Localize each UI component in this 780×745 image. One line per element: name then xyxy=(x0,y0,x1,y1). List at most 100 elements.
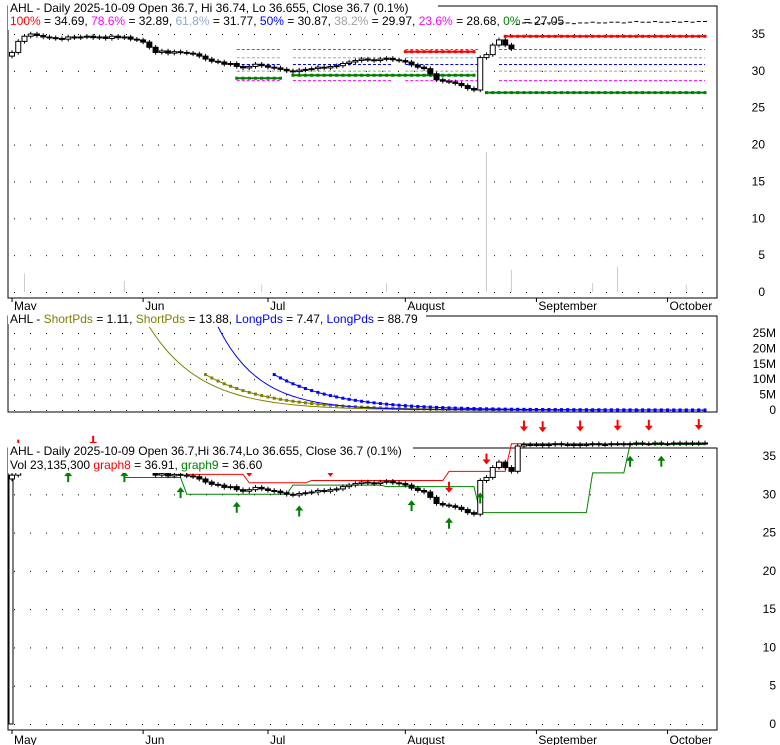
level-marker xyxy=(622,91,626,95)
grid-dot xyxy=(478,107,479,109)
grid-dot xyxy=(222,181,223,183)
price-candle xyxy=(358,58,365,62)
grid-dot xyxy=(414,379,415,381)
grid-dot xyxy=(462,144,463,146)
level-marker xyxy=(609,91,613,95)
grid-dot xyxy=(110,410,111,411)
buy-arrow-icon xyxy=(657,455,666,467)
price-candle xyxy=(252,63,259,67)
grid-dot xyxy=(590,394,591,396)
grid-dot xyxy=(510,107,511,109)
grid-dot xyxy=(366,532,367,534)
level-marker xyxy=(235,76,239,80)
grid-dot xyxy=(590,218,591,220)
grid-dot xyxy=(206,70,207,72)
grid-dot xyxy=(78,34,79,35)
grid-dot xyxy=(350,685,351,687)
grid-dot xyxy=(638,379,639,381)
grid-dot xyxy=(222,685,223,687)
grid-dot xyxy=(398,107,399,109)
grid-dot xyxy=(590,685,591,687)
price-candle xyxy=(177,51,184,54)
grid-dot xyxy=(158,410,159,411)
price-candle xyxy=(289,70,296,73)
grid-dot xyxy=(526,379,527,381)
grid-dot xyxy=(142,494,143,496)
signal-candle xyxy=(283,492,290,495)
fib-legend-value: = 31.77, xyxy=(210,14,260,28)
grid-dot xyxy=(254,255,255,257)
grid-dot xyxy=(222,348,223,350)
signal-candle xyxy=(314,489,321,493)
grid-dot xyxy=(542,292,543,293)
grid-dot xyxy=(542,532,543,534)
grid-dot xyxy=(542,107,543,109)
grid-dot xyxy=(558,255,559,257)
grid-dot xyxy=(126,685,127,687)
grid-dot xyxy=(158,255,159,257)
grid-dot xyxy=(478,34,479,35)
level-marker xyxy=(653,34,657,38)
grid-dot xyxy=(510,181,511,183)
price-candle xyxy=(302,68,309,71)
grid-dot xyxy=(654,532,655,534)
price-candle xyxy=(202,55,209,60)
level-marker xyxy=(672,34,676,38)
grid-dot xyxy=(686,685,687,687)
grid-dot xyxy=(334,34,335,35)
grid-dot xyxy=(462,292,463,293)
grid-dot xyxy=(654,333,655,334)
grid-dot xyxy=(94,379,95,381)
grid-dot xyxy=(110,181,111,183)
grid-dot xyxy=(206,255,207,257)
grid-dot xyxy=(702,292,703,293)
grid-dot xyxy=(430,292,431,293)
grid-dot xyxy=(222,570,223,572)
grid-dot xyxy=(174,363,175,365)
grid-dot xyxy=(78,410,79,411)
grid-dot xyxy=(366,724,367,725)
x-tick-label: October xyxy=(670,733,713,745)
signal-candle xyxy=(408,484,415,489)
fib-legend-label: 38.2% xyxy=(334,14,368,28)
grid-dot xyxy=(350,34,351,35)
grid-dot xyxy=(46,255,47,257)
grid-dot xyxy=(686,107,687,109)
grid-dot xyxy=(590,34,591,35)
grid-dot xyxy=(46,348,47,350)
price-candle xyxy=(65,36,72,40)
grid-dot xyxy=(398,570,399,572)
grid-dot xyxy=(590,647,591,649)
signal-candle xyxy=(558,443,565,446)
grid-dot xyxy=(126,70,127,72)
level-marker xyxy=(647,91,651,95)
level-marker xyxy=(360,73,364,77)
grid-dot xyxy=(110,333,111,334)
grid-dot xyxy=(574,394,575,396)
grid-dot xyxy=(558,647,559,649)
level-marker xyxy=(584,34,588,38)
sell-arrow-icon xyxy=(613,419,622,431)
grid-dot xyxy=(446,570,447,572)
grid-dot xyxy=(494,255,495,257)
grid-dot xyxy=(606,647,607,649)
grid-dot xyxy=(126,394,127,396)
grid-dot xyxy=(606,363,607,365)
grid-dot xyxy=(46,379,47,381)
signal-candle xyxy=(570,444,577,447)
grid-dot xyxy=(494,144,495,146)
grid-dot xyxy=(30,609,31,611)
grid-dot xyxy=(510,394,511,396)
grid-dot xyxy=(94,685,95,687)
signal-candle xyxy=(520,444,527,447)
grid-dot xyxy=(206,107,207,109)
grid-dot xyxy=(126,34,127,35)
signal-candle xyxy=(427,491,434,498)
grid-dot xyxy=(366,255,367,257)
price-candle xyxy=(471,88,477,91)
fib-legend-value: = 28.68, xyxy=(453,14,503,28)
grid-dot xyxy=(398,218,399,220)
grid-dot xyxy=(350,570,351,572)
grid-dot xyxy=(334,363,335,365)
grid-dot xyxy=(590,570,591,572)
